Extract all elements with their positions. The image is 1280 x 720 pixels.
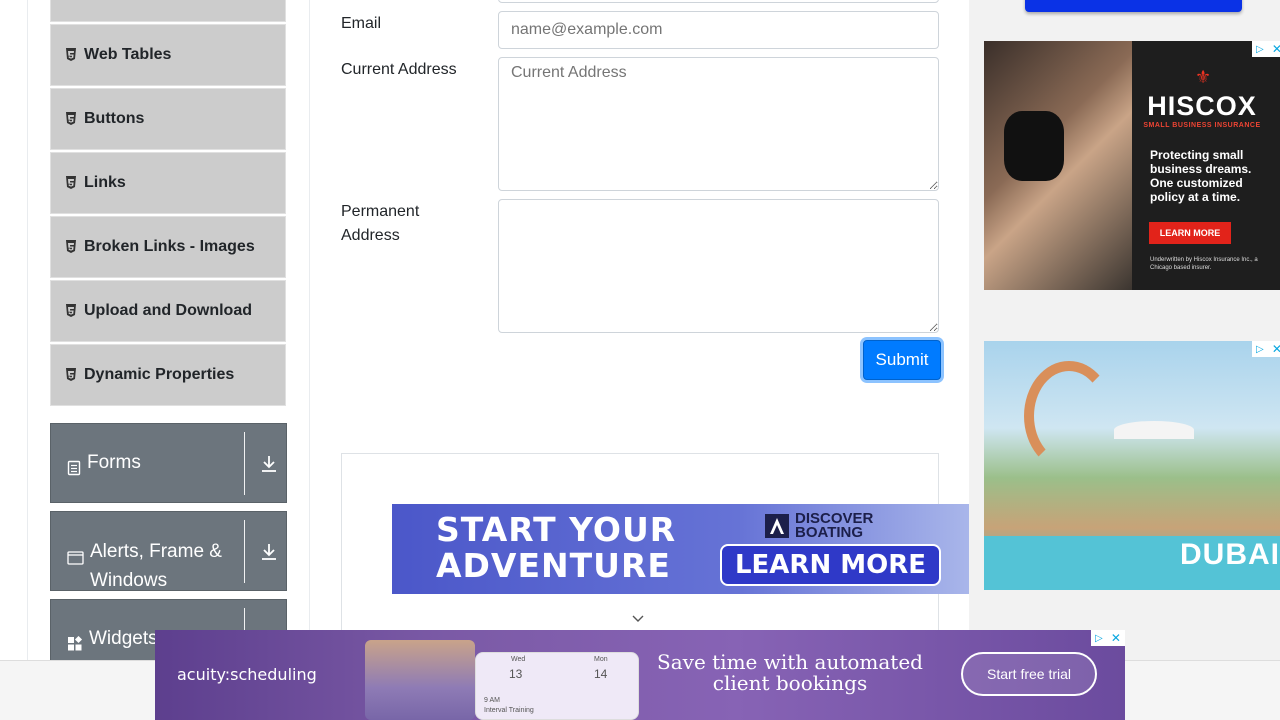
widgets-icon <box>67 632 83 661</box>
html5-icon <box>65 176 78 190</box>
html5-icon <box>65 368 78 382</box>
group-label: Alerts, Frame & Windows <box>90 541 222 591</box>
window-icon <box>67 545 84 574</box>
discover-boating-logo-icon <box>765 514 789 538</box>
ad-copy: Protecting small business dreams. One cu… <box>1150 148 1252 204</box>
ad-choices[interactable]: ▷ ✕ <box>1252 341 1280 357</box>
ad-photo <box>984 41 1132 290</box>
current-address-field[interactable] <box>498 57 939 191</box>
ad-brand: DISCOVER BOATING <box>765 511 895 540</box>
clipboard-icon <box>67 456 81 485</box>
ad-choices[interactable]: ▷ ✕ <box>1252 41 1280 57</box>
sidebar-group-alerts[interactable]: Alerts, Frame & Windows <box>50 511 287 591</box>
close-icon[interactable]: ✕ <box>1111 631 1121 645</box>
ad-photo-slide <box>1024 361 1114 471</box>
ad-learn-more-button[interactable]: LEARN MORE <box>720 544 941 586</box>
download-icon[interactable] <box>260 542 278 568</box>
ad-photo-umbrella <box>1114 421 1194 439</box>
ad-photo <box>365 640 475 720</box>
sidebar-item-upload-download[interactable]: Upload and Download <box>50 280 286 342</box>
sidebar: Web Tables Buttons Links Broken Links - … <box>28 0 310 679</box>
ad-acuity-banner[interactable]: acuity:scheduling Wed 13 Mon 14 9 AM Int… <box>155 630 1125 720</box>
sidebar-item-web-tables[interactable]: Web Tables <box>50 24 286 86</box>
sidebar-item-label: Web Tables <box>84 46 172 63</box>
download-icon[interactable] <box>260 454 278 480</box>
group-divider <box>244 520 245 583</box>
email-label: Email <box>341 15 382 32</box>
ad-hiscox[interactable]: ⚜ HISCOX SMALL BUSINESS INSURANCE Protect… <box>984 41 1280 290</box>
name-field[interactable] <box>498 0 939 3</box>
left-gutter <box>0 0 28 660</box>
group-divider <box>244 432 245 495</box>
html5-icon <box>65 48 78 62</box>
submit-button[interactable]: Submit <box>863 340 941 380</box>
sidebar-item-label: Dynamic Properties <box>84 366 235 383</box>
sidebar-group-forms[interactable]: Forms <box>50 423 287 503</box>
sidebar-item-label: Links <box>84 174 126 191</box>
sidebar-item-label: Upload and Download <box>84 302 252 319</box>
sidebar-item-label: Broken Links - Images <box>84 238 255 255</box>
current-address-label: Current Address <box>341 61 457 78</box>
adchoices-icon: ▷ <box>1256 43 1264 55</box>
close-icon[interactable]: ✕ <box>1272 342 1280 356</box>
permanent-address-label: Permanent Address <box>341 203 420 244</box>
ad-top-button[interactable] <box>1025 0 1242 12</box>
email-field[interactable] <box>498 11 939 49</box>
html5-icon <box>65 304 78 318</box>
ad-brand: acuity:scheduling <box>177 665 317 684</box>
ad-fine-print: Underwritten by Hiscox Insurance Inc., a… <box>1150 257 1258 271</box>
chevron-down-icon[interactable] <box>631 612 645 626</box>
html5-icon <box>65 112 78 126</box>
sidebar-item-dynamic-properties[interactable]: Dynamic Properties <box>50 344 286 406</box>
group-label: Forms <box>87 452 141 473</box>
sidebar-item-buttons[interactable]: Buttons <box>50 88 286 150</box>
sidebar-item-broken-links[interactable]: Broken Links - Images <box>50 216 286 278</box>
ad-headline: Save time with automated client bookings <box>657 650 923 695</box>
ad-calendar-graphic: Wed 13 Mon 14 9 AM Interval Training <box>475 652 639 720</box>
close-icon[interactable]: ✕ <box>1272 42 1280 56</box>
ad-dubai[interactable]: DUBAI <box>984 341 1280 590</box>
fleur-icon: ⚜ <box>1195 67 1212 87</box>
group-label: Widgets <box>89 628 158 649</box>
ad-learn-more-button[interactable]: LEARN MORE <box>1149 222 1231 244</box>
sidebar-item-label: Buttons <box>84 110 145 127</box>
ad-headline: START YOUR ADVENTURE <box>436 510 677 585</box>
adchoices-icon: ▷ <box>1095 632 1103 644</box>
ad-boating-banner[interactable]: START YOUR ADVENTURE DISCOVER BOATING LEA… <box>392 504 969 594</box>
permanent-address-field[interactable] <box>498 199 939 333</box>
sidebar-item-above[interactable] <box>50 0 286 22</box>
ad-choices[interactable]: ▷ ✕ <box>1091 630 1125 646</box>
html5-icon <box>65 240 78 254</box>
ad-brand: DUBAI <box>1180 538 1280 571</box>
ad-brand: HISCOX SMALL BUSINESS INSURANCE <box>1143 91 1261 129</box>
sidebar-item-links[interactable]: Links <box>50 152 286 214</box>
page: Web Tables Buttons Links Broken Links - … <box>0 0 1280 720</box>
adchoices-icon: ▷ <box>1256 343 1264 355</box>
ad-start-trial-button[interactable]: Start free trial <box>961 652 1097 696</box>
